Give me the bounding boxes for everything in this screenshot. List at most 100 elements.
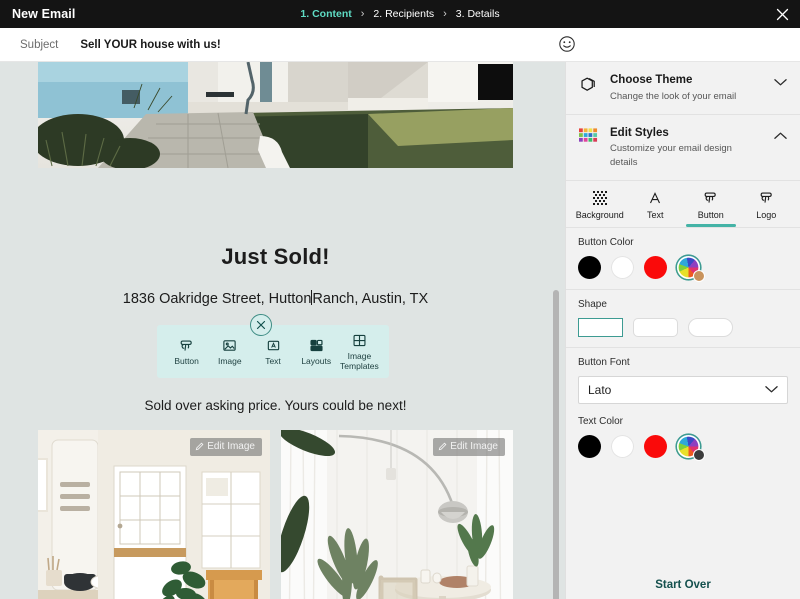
chevron-up-icon[interactable] — [772, 126, 788, 140]
button-color-swatches — [578, 255, 788, 282]
shape-options — [578, 317, 788, 337]
email-headline[interactable]: Just Sold! — [38, 244, 513, 270]
panel-edit-styles-text: Edit Styles Customize your email design … — [610, 126, 761, 169]
address-text-after-caret: Ranch, Austin, TX — [312, 291, 429, 307]
button-color-current-dot — [693, 269, 705, 282]
tab-text-label: Text — [646, 209, 664, 220]
tab-button[interactable]: Button — [683, 190, 739, 227]
app-title: New Email — [12, 7, 76, 21]
canvas-background: Just Sold! 1836 Oakridge Street, HuttonR… — [0, 62, 565, 599]
button-color-swatch-custom[interactable] — [677, 255, 705, 282]
chevron-down-icon[interactable] — [765, 385, 778, 394]
new-email-app: New Email 1. Content › 2. Recipients › 3… — [0, 0, 800, 599]
button-font-value: Lato — [588, 382, 612, 397]
shape-option-square[interactable] — [578, 317, 623, 337]
section-text-color: Text Color — [566, 414, 800, 468]
panel-edit-styles-title: Edit Styles — [610, 126, 669, 139]
step-details[interactable]: 3. Details — [456, 8, 500, 20]
email-canvas[interactable]: Just Sold! 1836 Oakridge Street, HuttonR… — [0, 62, 565, 599]
shape-option-rounded[interactable] — [633, 317, 678, 337]
button-color-label: Button Color — [578, 236, 634, 248]
subject-bar: Subject Sell YOUR house with us! — [0, 28, 800, 62]
insert-image-label: Image — [217, 355, 242, 366]
email-document: Just Sold! 1836 Oakridge Street, HuttonR… — [38, 62, 513, 599]
insert-block-toolbar: Button Image Text Layouts Image Template… — [157, 325, 389, 378]
styles-sidebar: Choose Theme Change the look of your ema… — [565, 62, 800, 599]
button-font-select[interactable]: Lato — [578, 375, 788, 404]
pencil-icon — [438, 442, 447, 451]
close-circle-icon[interactable] — [250, 314, 272, 336]
layouts-icon — [309, 337, 324, 354]
text-color-swatch-red[interactable] — [644, 434, 667, 458]
text-color-swatches — [578, 434, 788, 461]
theme-layers-icon — [577, 73, 599, 94]
pencil-icon — [195, 442, 204, 451]
text-color-swatch-white[interactable] — [611, 434, 634, 458]
button-icon — [703, 190, 718, 206]
insert-text-option[interactable]: Text — [251, 337, 294, 367]
button-color-swatch-black[interactable] — [578, 255, 601, 279]
email-subline[interactable]: Sold over asking price. Yours could be n… — [38, 398, 513, 413]
section-button-color: Button Color — [566, 228, 800, 290]
text-box-icon — [266, 337, 281, 354]
insert-button-option[interactable]: Button — [165, 337, 208, 367]
chevron-down-icon[interactable] — [772, 73, 788, 87]
section-shape: Shape — [566, 290, 800, 348]
panel-choose-theme-subtitle: Change the look of your email — [610, 90, 737, 102]
button-font-label: Button Font — [578, 356, 630, 368]
insert-text-label: Text — [265, 355, 281, 366]
shape-label: Shape — [578, 298, 607, 310]
email-photo-dining[interactable]: Edit Image — [281, 430, 513, 599]
edit-image-label-2: Edit Image — [450, 441, 498, 452]
edit-image-button-2[interactable]: Edit Image — [433, 438, 505, 456]
start-over-button[interactable]: Start Over — [566, 579, 800, 591]
image-templates-icon — [352, 332, 367, 349]
tab-background[interactable]: Background — [572, 190, 628, 227]
smiley-icon[interactable] — [558, 35, 578, 55]
insert-image-templates-option[interactable]: Image Templates — [338, 332, 381, 371]
address-text-before-caret: 1836 Oakridge Street, Hutton — [122, 291, 312, 307]
panel-choose-theme-title: Choose Theme — [610, 74, 693, 86]
top-bar: New Email 1. Content › 2. Recipients › 3… — [0, 0, 800, 28]
canvas-scrollbar[interactable] — [552, 62, 559, 599]
text-a-icon — [648, 190, 662, 206]
panel-edit-styles[interactable]: Edit Styles Customize your email design … — [566, 114, 800, 181]
tab-text[interactable]: Text — [628, 190, 684, 227]
button-color-swatch-red[interactable] — [644, 255, 667, 279]
insert-layouts-option[interactable]: Layouts — [295, 337, 338, 367]
edit-image-button-1[interactable]: Edit Image — [190, 438, 262, 456]
text-color-swatch-black[interactable] — [578, 434, 601, 458]
email-address-line[interactable]: 1836 Oakridge Street, HuttonRanch, Austi… — [38, 290, 513, 307]
tab-logo-label: Logo — [756, 209, 777, 220]
tab-logo[interactable]: Logo — [739, 190, 795, 227]
button-color-swatch-white[interactable] — [611, 255, 634, 279]
style-tabs: Background Text Button Logo — [566, 180, 800, 228]
breadcrumb-separator-2: › — [443, 7, 447, 20]
shape-option-pill[interactable] — [688, 317, 733, 337]
step-content[interactable]: 1. Content — [300, 8, 351, 20]
subject-input[interactable]: Sell YOUR house with us! — [80, 39, 220, 51]
hero-image[interactable] — [38, 62, 513, 168]
background-texture-icon — [592, 190, 607, 206]
text-color-swatch-custom[interactable] — [677, 434, 705, 461]
button-icon — [179, 337, 194, 354]
step-recipients[interactable]: 2. Recipients — [373, 8, 434, 20]
text-color-label: Text Color — [578, 415, 624, 427]
close-icon[interactable] — [772, 4, 792, 24]
canvas-scrollbar-thumb[interactable] — [553, 290, 559, 599]
insert-image-option[interactable]: Image — [208, 337, 251, 367]
color-grid-icon — [577, 126, 599, 144]
panel-choose-theme-text: Choose Theme Change the look of your ema… — [610, 73, 761, 103]
insert-image-templates-label: Image Templates — [340, 350, 379, 371]
breadcrumb-separator-1: › — [360, 7, 365, 20]
text-color-current-dot — [693, 448, 705, 461]
email-photo-kitchen[interactable]: Edit Image — [38, 430, 270, 599]
insert-layouts-label: Layouts — [301, 355, 332, 366]
email-photo-row: Edit Image Edit Image — [38, 430, 513, 599]
panel-choose-theme[interactable]: Choose Theme Change the look of your ema… — [566, 62, 800, 115]
insert-button-label: Button — [174, 355, 199, 366]
image-icon — [222, 337, 237, 354]
breadcrumb: 1. Content › 2. Recipients › 3. Details — [0, 0, 800, 28]
tab-background-label: Background — [575, 209, 624, 220]
logo-icon — [759, 190, 774, 206]
